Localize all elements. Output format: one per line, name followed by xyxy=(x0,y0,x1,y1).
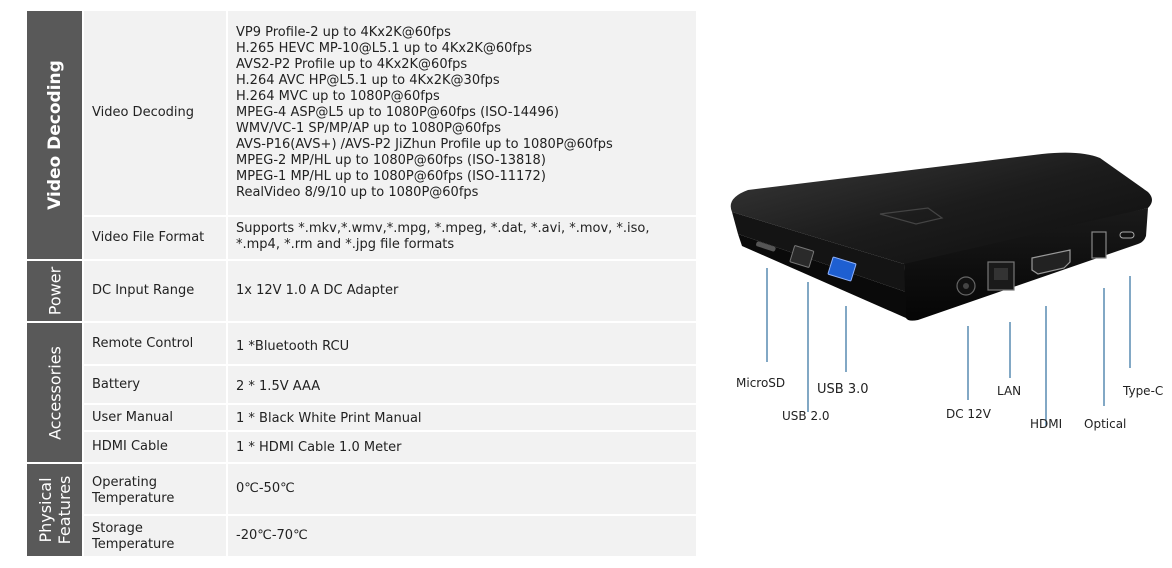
label-optical: Optical xyxy=(1084,417,1127,431)
row-name-video-decoding: Video Decoding xyxy=(84,11,226,215)
label-dc: DC 12V xyxy=(946,407,991,421)
label-lan: LAN xyxy=(997,384,1022,398)
label-typec: Type-C xyxy=(1123,384,1164,398)
codec-line: VP9 Profile-2 up to 4Kx2K@60fps xyxy=(236,25,451,40)
row-value-dc-input: 1x 12V 1.0 A DC Adapter xyxy=(228,261,696,321)
row-value-remote: 1 *Bluetooth RCU xyxy=(228,323,696,364)
category-label: Video Decoding xyxy=(44,60,65,210)
row-name-manual: User Manual xyxy=(84,405,226,430)
spec-table: Video Decoding Video Decoding VP9 Profil… xyxy=(27,11,696,556)
row-name-battery: Battery xyxy=(84,366,226,403)
label-microsd: MicroSD xyxy=(736,376,786,390)
category-label: Physical Features xyxy=(35,475,74,545)
codec-line: MPEG-2 MP/HL up to 1080P@60fps (ISO-1381… xyxy=(236,153,546,168)
row-name-video-file-format: Video File Format xyxy=(84,217,226,259)
row-name-operating-temperature: Operating Temperature xyxy=(84,464,226,514)
row-value-battery: 2 * 1.5V AAA xyxy=(228,366,696,403)
category-video-decoding: Video Decoding xyxy=(27,11,82,259)
row-value-video-file-format: Supports *.mkv,*.wmv,*.mpg, *.mpeg, *.da… xyxy=(228,217,696,259)
row-value-video-decoding: VP9 Profile-2 up to 4Kx2K@60fps H.265 HE… xyxy=(228,11,696,215)
row-name-hdmi-cable: HDMI Cable xyxy=(84,432,226,462)
codec-line: MPEG-4 ASP@L5 up to 1080P@60fps (ISO-144… xyxy=(236,105,559,120)
row-value-operating-temperature: 0℃-50℃ xyxy=(228,464,696,514)
category-power: Power xyxy=(27,261,82,321)
category-label: Accessories xyxy=(45,345,64,440)
tv-box-illustration xyxy=(730,152,1152,426)
category-accessories: Accessories xyxy=(27,323,82,462)
codec-line: H.265 HEVC MP-10@L5.1 up to 4Kx2K@60fps xyxy=(236,41,533,56)
label-usb2: USB 2.0 xyxy=(782,409,830,423)
label-usb3: USB 3.0 xyxy=(817,382,869,397)
row-value-storage-temperature: -20℃-70℃ xyxy=(228,516,696,556)
optical-port xyxy=(1091,231,1107,259)
codec-line: RealVideo 8/9/10 up to 1080P@60fps xyxy=(236,185,479,200)
codec-line: AVS-P16(AVS+) /AVS-P2 JiZhun Profile up … xyxy=(236,137,613,152)
row-name-remote: Remote Control xyxy=(84,323,226,364)
row-value-manual: 1 * Black White Print Manual xyxy=(228,405,696,430)
row-name-dc-input: DC Input Range xyxy=(84,261,226,321)
codec-line: H.264 MVC up to 1080P@60fps xyxy=(236,89,440,104)
codec-line: H.264 AVC HP@L5.1 up to 4Kx2K@30fps xyxy=(236,73,500,88)
row-value-hdmi-cable: 1 * HDMI Cable 1.0 Meter xyxy=(228,432,696,462)
category-physical-features: Physical Features xyxy=(27,464,82,556)
codec-line: MPEG-1 MP/HL up to 1080P@60fps (ISO-1117… xyxy=(236,169,546,184)
product-figure: MicroSD USB 2.0 USB 3.0 DC 12V LAN HDMI … xyxy=(720,150,1172,440)
typec-port xyxy=(1119,231,1135,239)
codec-line: WMV/VC-1 SP/MP/AP up to 1080P@60fps xyxy=(236,121,502,136)
row-name-storage-temperature: Storage Temperature xyxy=(84,516,226,556)
category-label: Power xyxy=(45,266,64,316)
codec-line: AVS2-P2 Profile up to 4Kx2K@60fps xyxy=(236,57,468,72)
label-hdmi: HDMI xyxy=(1030,417,1063,431)
